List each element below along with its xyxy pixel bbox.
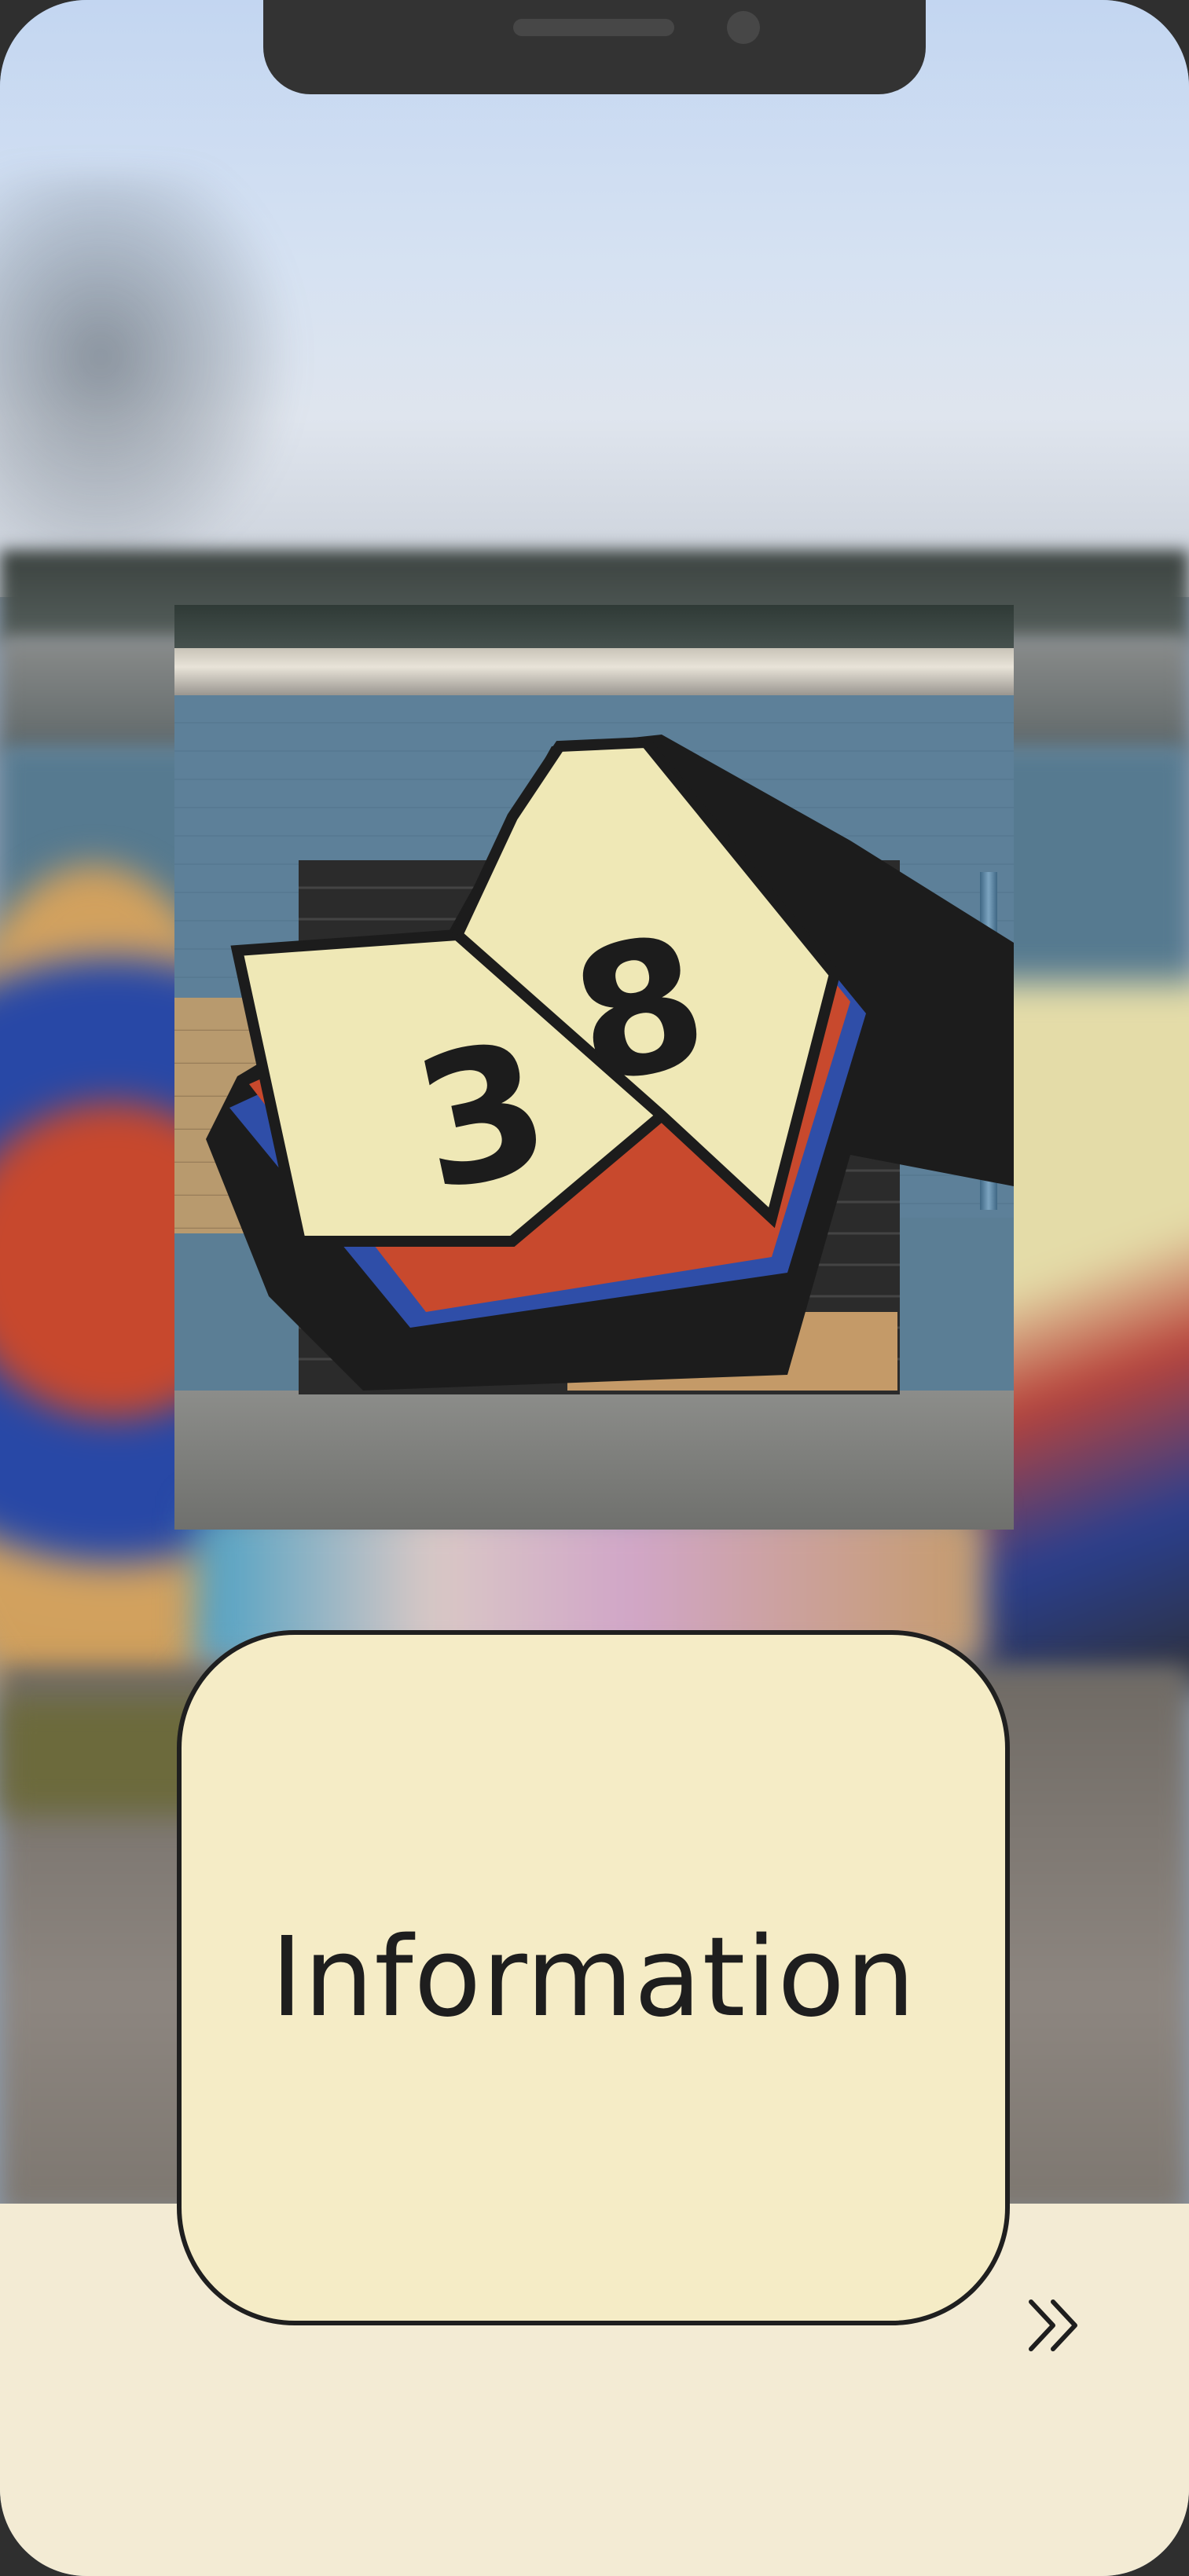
mural-photo[interactable]: 3 8 bbox=[174, 605, 1014, 1530]
information-label: Information bbox=[270, 1914, 916, 2042]
speaker-grille bbox=[513, 19, 674, 36]
phone-screen: 3 8 Information bbox=[0, 0, 1189, 2576]
next-button[interactable] bbox=[1023, 2294, 1086, 2357]
device-notch bbox=[263, 0, 926, 94]
information-card[interactable]: Information bbox=[177, 1630, 1010, 2325]
book-mural-graphic: 3 8 bbox=[206, 735, 1014, 1394]
double-chevron-right-icon bbox=[1029, 2299, 1077, 2351]
front-camera bbox=[727, 11, 760, 44]
